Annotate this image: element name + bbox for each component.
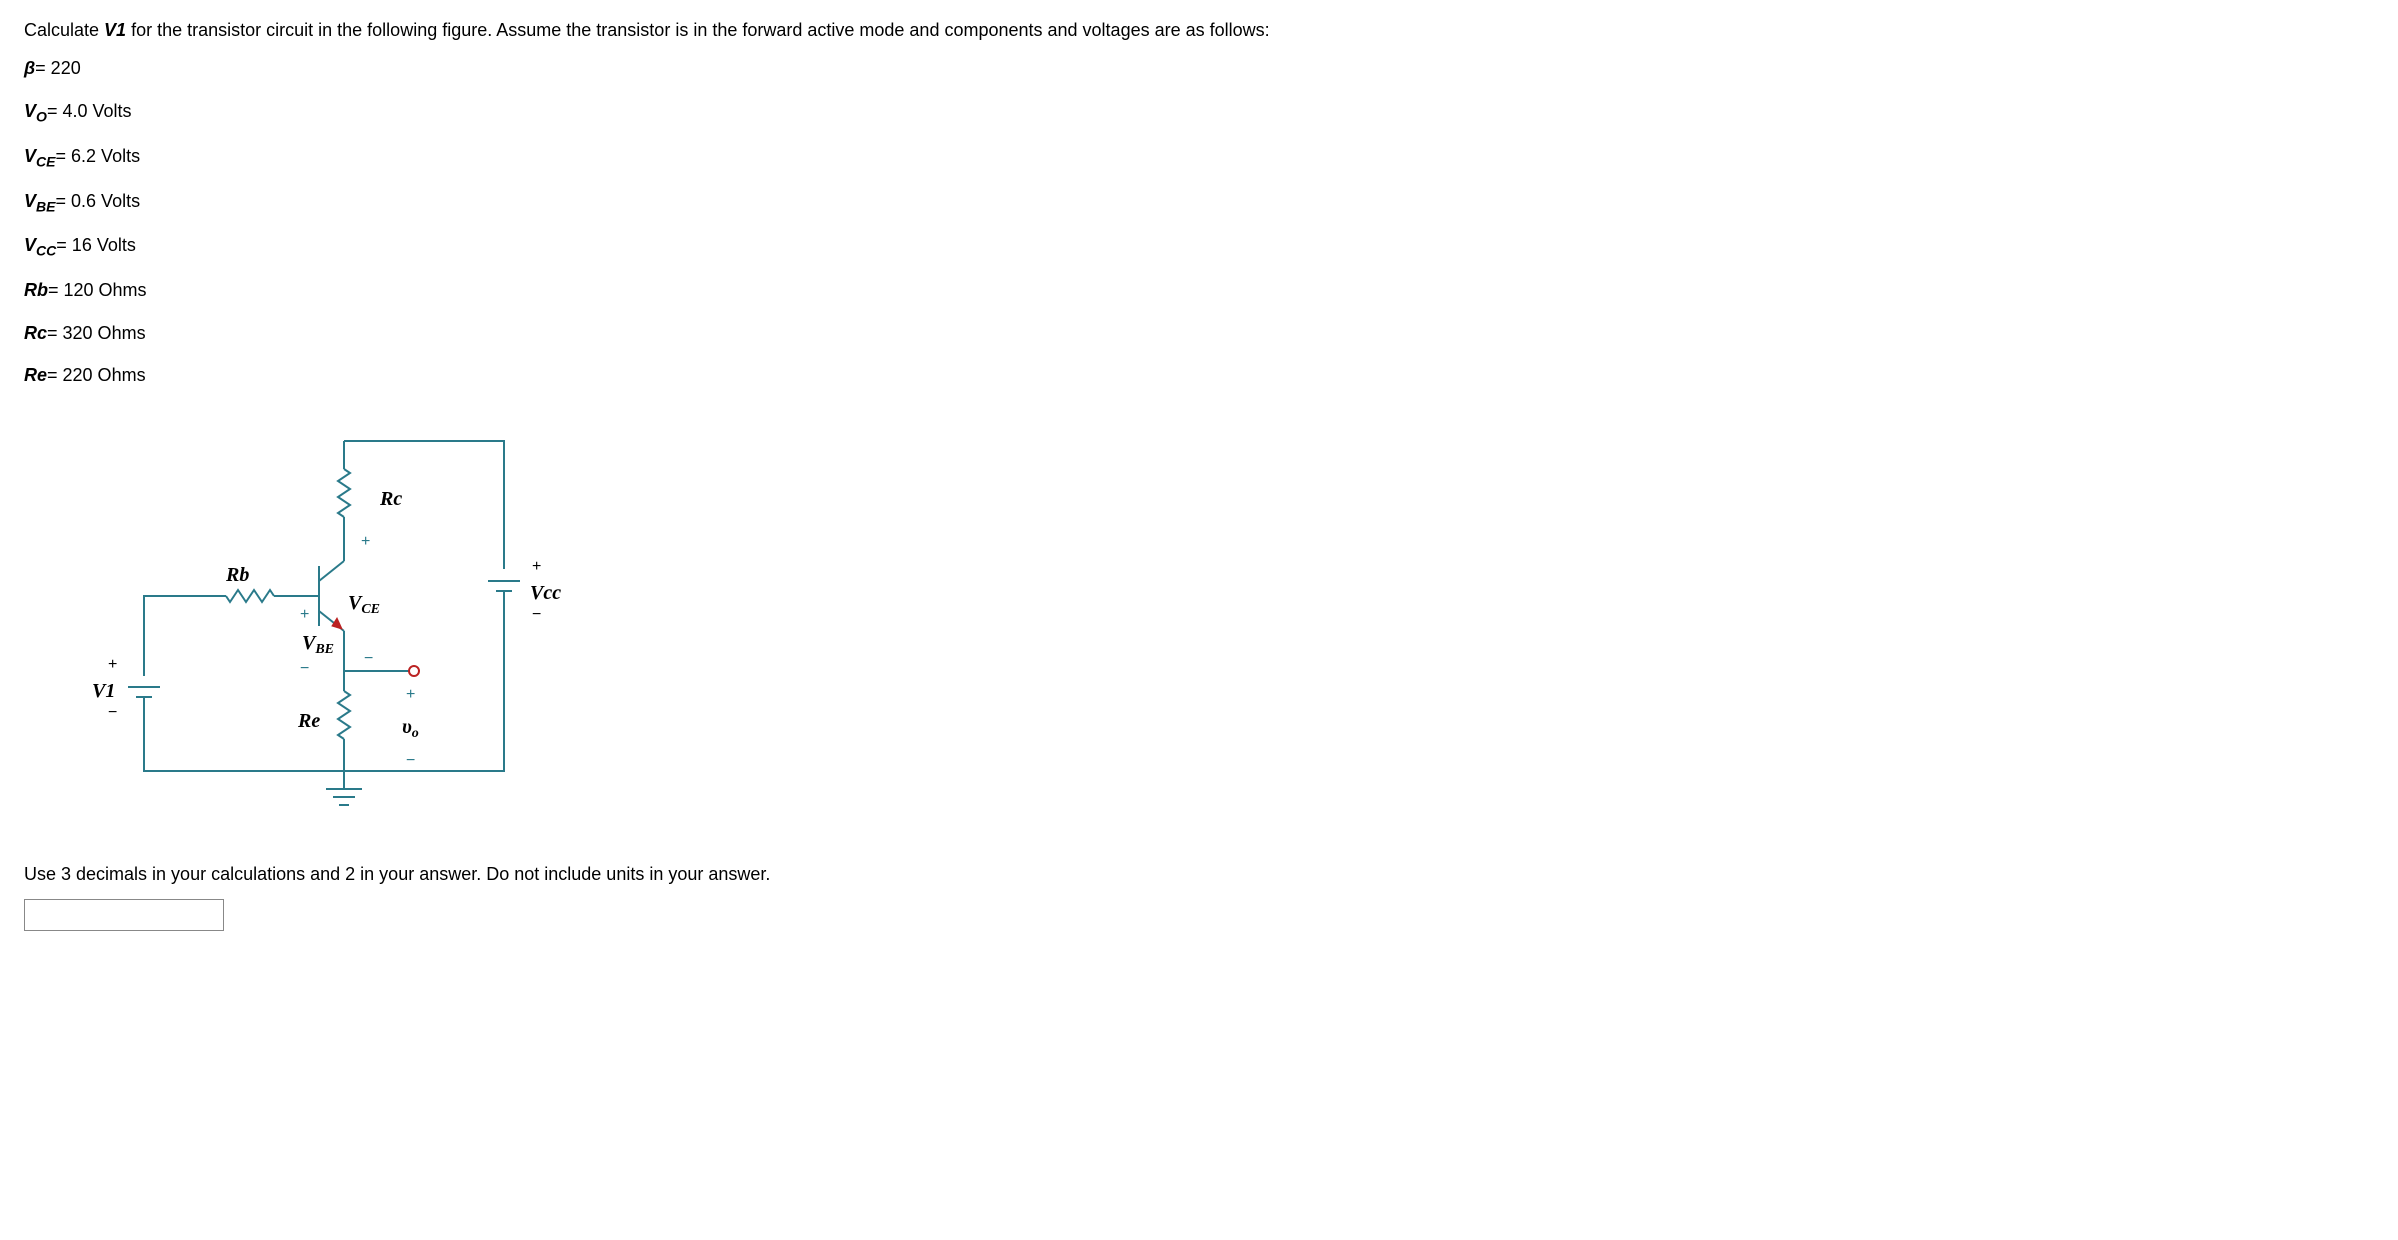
intro-text-1: Calculate (24, 20, 104, 40)
re-sym: Re (24, 365, 47, 385)
svg-text:−: − (406, 752, 415, 769)
vbe-sym: V (24, 191, 36, 211)
instruction-text: Use 3 decimals in your calculations and … (24, 864, 2374, 885)
label-vbe: VBE (302, 632, 334, 657)
param-re: Re= 220 Ohms (24, 359, 2374, 391)
beta-val: = 220 (35, 58, 81, 78)
label-vcc: Vcc (530, 582, 561, 604)
svg-text:+: + (532, 558, 541, 575)
svg-text:−: − (364, 650, 373, 667)
vcc-val: = 16 Volts (56, 235, 136, 255)
param-vce: VCE= 6.2 Volts (24, 140, 2374, 175)
vce-sym: V (24, 146, 36, 166)
svg-text:−: − (532, 606, 541, 623)
vce-sub: CE (36, 153, 56, 169)
vo-val: = 4.0 Volts (47, 101, 132, 121)
vcc-sym: V (24, 235, 36, 255)
label-rb: Rb (225, 564, 249, 586)
intro-line: Calculate V1 for the transistor circuit … (24, 14, 2374, 46)
re-val: = 220 Ohms (47, 365, 146, 385)
vo-sym: V (24, 101, 36, 121)
vcc-sub: CC (36, 243, 56, 259)
rb-val: = 120 Ohms (48, 280, 147, 300)
rb-sym: Rb (24, 280, 48, 300)
label-re: Re (297, 710, 320, 732)
svg-text:+: + (108, 656, 117, 673)
vbe-val: = 0.6 Volts (56, 191, 141, 211)
svg-text:+: + (406, 686, 415, 703)
svg-text:+: + (300, 606, 309, 623)
problem-statement: Calculate V1 for the transistor circuit … (24, 14, 2374, 391)
param-vbe: VBE= 0.6 Volts (24, 185, 2374, 220)
answer-input[interactable] (24, 899, 224, 931)
label-vo: υo (402, 716, 419, 741)
target-var: V1 (104, 20, 126, 40)
circuit-svg: + − + − + − + − + − Rc Rb Re VCE VBE V1 … (54, 421, 594, 841)
label-rc: Rc (379, 488, 402, 510)
rc-val: = 320 Ohms (47, 323, 146, 343)
param-vcc: VCC= 16 Volts (24, 229, 2374, 264)
vce-val: = 6.2 Volts (56, 146, 141, 166)
param-rb: Rb= 120 Ohms (24, 274, 2374, 306)
circuit-diagram: + − + − + − + − + − Rc Rb Re VCE VBE V1 … (54, 421, 2374, 846)
intro-text-2: for the transistor circuit in the follow… (126, 20, 1270, 40)
svg-text:+: + (361, 533, 370, 550)
beta-sym: β (24, 58, 35, 78)
svg-text:−: − (300, 660, 309, 677)
svg-text:−: − (108, 704, 117, 721)
vbe-sub: BE (36, 198, 56, 214)
label-v1: V1 (92, 680, 115, 702)
param-beta: β= 220 (24, 52, 2374, 84)
rc-sym: Rc (24, 323, 47, 343)
param-rc: Rc= 320 Ohms (24, 317, 2374, 349)
param-vo: VO= 4.0 Volts (24, 95, 2374, 130)
vo-sub: O (36, 108, 47, 124)
label-vce: VCE (348, 592, 380, 617)
